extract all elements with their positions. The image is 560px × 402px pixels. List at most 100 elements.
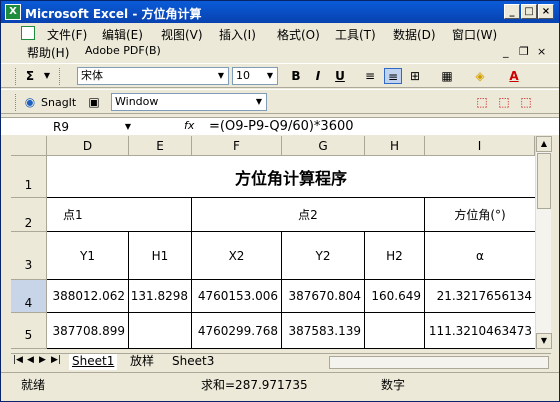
menu-format[interactable]: 格式(O) [277, 26, 320, 43]
cell-g4[interactable]: 387670.804 [282, 280, 365, 313]
vertical-scrollbar[interactable]: ▲ ▼ [535, 136, 552, 349]
cell-d5[interactable]: 387708.899 [47, 313, 129, 349]
tab-fangyang[interactable]: 放样 [127, 354, 157, 370]
cell-e5[interactable] [129, 313, 192, 349]
status-mode: 数字 [381, 378, 406, 392]
bold-button[interactable]: B [287, 68, 305, 84]
header-h1[interactable]: H1 [129, 232, 192, 280]
menu-file[interactable]: 文件(F) [47, 26, 87, 43]
formatting-toolbar: Σ ▼ 宋体 ▼ 10 ▼ B I U ≡ ≡ ⊞ ▦ ◈ A [1, 63, 559, 88]
menu-data[interactable]: 数据(D) [393, 26, 436, 43]
name-box[interactable]: R9 ▼ [13, 119, 133, 135]
autosum-dropdown-icon[interactable]: ▼ [38, 68, 56, 84]
minimize-button[interactable]: _ [504, 4, 520, 19]
snagit-label[interactable]: SnagIt [41, 96, 76, 109]
next-sheet-icon[interactable]: ▶ [39, 355, 46, 365]
cell-h4[interactable]: 160.649 [365, 280, 425, 313]
select-all-corner[interactable] [11, 136, 47, 156]
column-header-h[interactable]: H [365, 136, 425, 156]
title-cell[interactable]: 方位角计算程序 [47, 156, 535, 198]
cell-e4[interactable]: 131.8298 [129, 280, 192, 313]
row-header-5[interactable]: 5 [11, 313, 47, 349]
chevron-down-icon: ▼ [124, 122, 131, 131]
cell-i4[interactable]: 21.3217656134 [425, 280, 535, 313]
horizontal-scrollbar[interactable] [329, 356, 549, 369]
merge-center-icon[interactable]: ⊞ [406, 68, 424, 84]
menu-bar: 文件(F) 编辑(E) 视图(V) 插入(I) 格式(O) 工具(T) 数据(D… [1, 23, 559, 63]
document-icon[interactable] [21, 26, 35, 40]
point1-cell[interactable]: 点1 [47, 198, 192, 232]
cell-g5[interactable]: 387583.139 [282, 313, 365, 349]
pdf-email-icon[interactable]: ⬚ [495, 94, 513, 110]
font-size-select[interactable]: 10 ▼ [232, 67, 278, 85]
menu-help[interactable]: 帮助(H) [27, 44, 69, 61]
maximize-button[interactable]: □ [521, 4, 537, 19]
tab-sheet3[interactable]: Sheet3 [169, 354, 217, 370]
toolbar-grip-3[interactable] [15, 94, 18, 111]
azimuth-header-cell[interactable]: 方位角(°) [425, 198, 535, 232]
pdf-review-icon[interactable]: ⬚ [517, 94, 535, 110]
scroll-up-icon[interactable]: ▲ [536, 136, 552, 152]
font-size-value: 10 [236, 69, 250, 82]
italic-button[interactable]: I [309, 68, 327, 84]
fill-color-icon[interactable]: ◈ [471, 68, 489, 84]
column-header-e[interactable]: E [129, 136, 192, 156]
menu-window[interactable]: 窗口(W) [452, 26, 497, 43]
row-header-1[interactable]: 1 [11, 156, 47, 198]
menu-edit[interactable]: 编辑(E) [102, 26, 143, 43]
autosum-icon[interactable]: Σ [21, 68, 39, 84]
row-header-3[interactable]: 3 [11, 232, 47, 280]
borders-icon[interactable]: ▦ [438, 68, 456, 84]
formula-input[interactable]: =(O9-P9-Q9/60)*3600 [209, 118, 354, 135]
align-center-icon[interactable]: ≡ [384, 68, 402, 84]
toolbar-grip[interactable] [15, 68, 18, 85]
header-y1[interactable]: Y1 [47, 232, 129, 280]
align-left-icon[interactable]: ≡ [361, 68, 379, 84]
cell-d4[interactable]: 388012.062 [47, 280, 129, 313]
column-header-d[interactable]: D [47, 136, 129, 156]
last-sheet-icon[interactable]: ▶| [51, 355, 61, 365]
menu-tools[interactable]: 工具(T) [335, 26, 376, 43]
snagit-window-select[interactable]: Window ▼ [111, 93, 267, 111]
prev-sheet-icon[interactable]: ◀ [27, 355, 34, 365]
doc-restore-button[interactable]: ❐ [519, 45, 529, 58]
font-name-select[interactable]: 宋体 ▼ [77, 67, 229, 85]
menu-view[interactable]: 视图(V) [161, 26, 203, 43]
doc-minimize-button[interactable]: _ [503, 45, 509, 58]
name-box-value: R9 [53, 120, 69, 134]
underline-button[interactable]: U [331, 68, 349, 84]
column-header-f[interactable]: F [192, 136, 282, 156]
header-h2[interactable]: H2 [365, 232, 425, 280]
cell-h5[interactable] [365, 313, 425, 349]
cell-f4[interactable]: 4760153.006 [192, 280, 282, 313]
snagit-icon[interactable]: ◉ [21, 94, 39, 110]
font-name-value: 宋体 [81, 69, 103, 82]
doc-close-button[interactable]: × [537, 45, 546, 58]
menu-insert[interactable]: 插入(I) [219, 26, 256, 43]
row-header-2[interactable]: 2 [11, 198, 47, 232]
cell-f5[interactable]: 4760299.768 [192, 313, 282, 349]
tab-sheet1[interactable]: Sheet1 [69, 354, 118, 370]
column-header-i[interactable]: I [425, 136, 535, 156]
snagit-settings-icon[interactable]: ▣ [85, 94, 103, 110]
toolbar-grip-2[interactable] [59, 68, 62, 85]
font-color-icon[interactable]: A [505, 68, 523, 84]
excel-app-icon[interactable]: X [5, 4, 21, 20]
scroll-thumb[interactable] [537, 153, 551, 209]
row-header-4[interactable]: 4 [11, 280, 47, 313]
excel-window: X Microsoft Excel - 方位角计算 _ □ × 文件(F) 编辑… [0, 0, 560, 402]
first-sheet-icon[interactable]: |◀ [13, 355, 23, 365]
status-bar: 就绪 求和=287.971735 数字 [1, 372, 559, 392]
cell-i5[interactable]: 111.3210463473 [425, 313, 535, 349]
header-y2[interactable]: Y2 [282, 232, 365, 280]
worksheet-grid[interactable]: D E F G H I 1 2 3 4 5 方位角计算程序 点1 点2 方位角(… [11, 136, 535, 349]
close-button[interactable]: × [538, 4, 554, 19]
point2-cell[interactable]: 点2 [192, 198, 425, 232]
menu-adobe-pdf[interactable]: Adobe PDF(B) [85, 44, 161, 57]
pdf-convert-icon[interactable]: ⬚ [473, 94, 491, 110]
column-header-g[interactable]: G [282, 136, 365, 156]
header-x2[interactable]: X2 [192, 232, 282, 280]
header-alpha[interactable]: α [425, 232, 535, 280]
function-icon[interactable]: fx [184, 119, 194, 132]
scroll-down-icon[interactable]: ▼ [536, 333, 552, 349]
